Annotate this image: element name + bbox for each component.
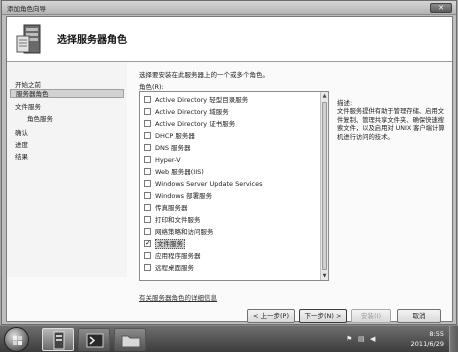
role-file-services[interactable]: ✓ 文件服务 (144, 239, 320, 249)
role-dhcp[interactable]: DHCP 服务器 (144, 131, 320, 141)
nav-step-file-services[interactable]: 文件服务 (15, 101, 41, 111)
desktop: 添加角色向导 ✕ 选择服务器角色 开始之前 服务器角色 文件服务 角色服务 确认… (0, 0, 458, 352)
action-center-flag-icon[interactable]: ⚑ (346, 335, 352, 343)
checkmark-icon: ✓ (145, 238, 151, 247)
wizard-header: 选择服务器角色 (7, 17, 452, 62)
role-checkbox[interactable] (144, 143, 151, 151)
role-checkbox[interactable] (144, 203, 151, 211)
scroll-up-arrow-icon[interactable]: ▲ (321, 92, 328, 100)
role-checkbox[interactable] (144, 167, 151, 175)
instruction-text: 选择要安装在此服务器上的一个或多个角色。 (139, 71, 269, 79)
role-hyper-v[interactable]: Hyper-V (144, 155, 320, 165)
title-bar[interactable]: 添加角色向导 ✕ (2, 1, 456, 15)
folder-icon (121, 335, 141, 348)
description-title: 描述: (337, 99, 353, 107)
volume-icon[interactable]: ◀ (370, 335, 375, 343)
page-title: 选择服务器角色 (57, 35, 127, 46)
nav-step-server-roles[interactable]: 服务器角色 (10, 89, 124, 98)
taskbar-explorer[interactable] (114, 328, 146, 351)
clock-date[interactable]: 2011/6/29 (411, 340, 444, 348)
role-checkbox[interactable] (144, 107, 151, 115)
next-button[interactable]: 下一步(N) > (299, 309, 347, 323)
close-icon: ✕ (438, 4, 444, 12)
system-tray: ⚑ ▤ ◀ 8:55 2011/6/29 (338, 326, 458, 352)
role-application-server[interactable]: 应用程序服务器 (144, 251, 320, 261)
role-checkbox[interactable] (144, 227, 151, 235)
role-ad-ds[interactable]: Active Directory 域服务 (144, 107, 320, 117)
role-checkbox-checked[interactable]: ✓ (144, 238, 151, 247)
wizard-steps-nav: 开始之前 服务器角色 文件服务 角色服务 确认 进度 结果 (7, 63, 127, 277)
nav-step-before-you-begin[interactable]: 开始之前 (15, 79, 41, 89)
server-roles-icon (16, 24, 41, 54)
scroll-thumb[interactable] (322, 102, 327, 270)
role-print-file-services[interactable]: 打印和文件服务 (144, 215, 320, 225)
window-title: 添加角色向导 (7, 5, 46, 13)
start-button[interactable] (4, 327, 29, 352)
roles-label: 角色(R): (139, 83, 164, 91)
role-checkbox[interactable] (144, 131, 151, 139)
role-wsus[interactable]: Windows Server Update Services (144, 179, 320, 189)
cancel-button[interactable]: 取消 (397, 309, 441, 323)
clock-time[interactable]: 8:55 (429, 330, 444, 338)
windows-logo-icon (13, 336, 22, 345)
powershell-icon (86, 333, 104, 348)
close-button[interactable]: ✕ (430, 3, 452, 13)
show-desktop-button[interactable] (449, 326, 458, 352)
role-checkbox[interactable] (144, 251, 151, 259)
server-manager-icon (53, 331, 65, 350)
roles-list-scrollbar[interactable]: ▲ ▼ (320, 92, 328, 280)
previous-button[interactable]: < 上一步(P) (247, 309, 295, 323)
taskbar-server-manager[interactable] (42, 328, 74, 351)
role-wds[interactable]: Windows 部署服务 (144, 191, 320, 201)
role-remote-desktop[interactable]: 远程桌面服务 (144, 263, 320, 273)
install-button: 安装(I) (351, 309, 391, 323)
role-ad-lds[interactable]: Active Directory 轻型目录服务 (144, 95, 320, 105)
role-ad-cs[interactable]: Active Directory 证书服务 (144, 119, 320, 129)
role-checkbox[interactable] (144, 119, 151, 127)
more-info-link[interactable]: 有关服务器角色的详细信息 (139, 292, 217, 302)
role-checkbox[interactable] (144, 155, 151, 163)
taskbar: ⚑ ▤ ◀ 8:55 2011/6/29 (0, 325, 458, 352)
role-checkbox[interactable] (144, 179, 151, 187)
scroll-down-arrow-icon[interactable]: ▼ (321, 272, 328, 280)
roles-list[interactable]: Active Directory 轻型目录服务 Active Directory… (139, 91, 329, 281)
role-checkbox[interactable] (144, 95, 151, 103)
add-roles-wizard-window: 添加角色向导 ✕ 选择服务器角色 开始之前 服务器角色 文件服务 角色服务 确认… (1, 0, 457, 325)
role-fax-server[interactable]: 传真服务器 (144, 203, 320, 213)
role-checkbox[interactable] (144, 215, 151, 223)
taskbar-powershell[interactable] (78, 328, 110, 351)
role-description: 文件服务提供有助于管理存储、启用文件复制、管理共享文件夹、确保快速搜索文件，以及… (337, 108, 445, 141)
role-checkbox[interactable] (144, 191, 151, 199)
role-web-server[interactable]: Web 服务器(IIS) (144, 167, 320, 177)
nav-step-results[interactable]: 结果 (15, 151, 28, 161)
role-dns[interactable]: DNS 服务器 (144, 143, 320, 153)
network-icon[interactable]: ▤ (358, 335, 365, 343)
role-network-policy[interactable]: 网络策略和访问服务 (144, 227, 320, 237)
wizard-content: 选择服务器角色 开始之前 服务器角色 文件服务 角色服务 确认 进度 结果 选择… (6, 16, 453, 323)
role-checkbox[interactable] (144, 263, 151, 271)
nav-step-confirmation[interactable]: 确认 (15, 127, 28, 137)
nav-step-progress[interactable]: 进度 (15, 139, 28, 149)
nav-step-role-services[interactable]: 角色服务 (27, 113, 53, 123)
